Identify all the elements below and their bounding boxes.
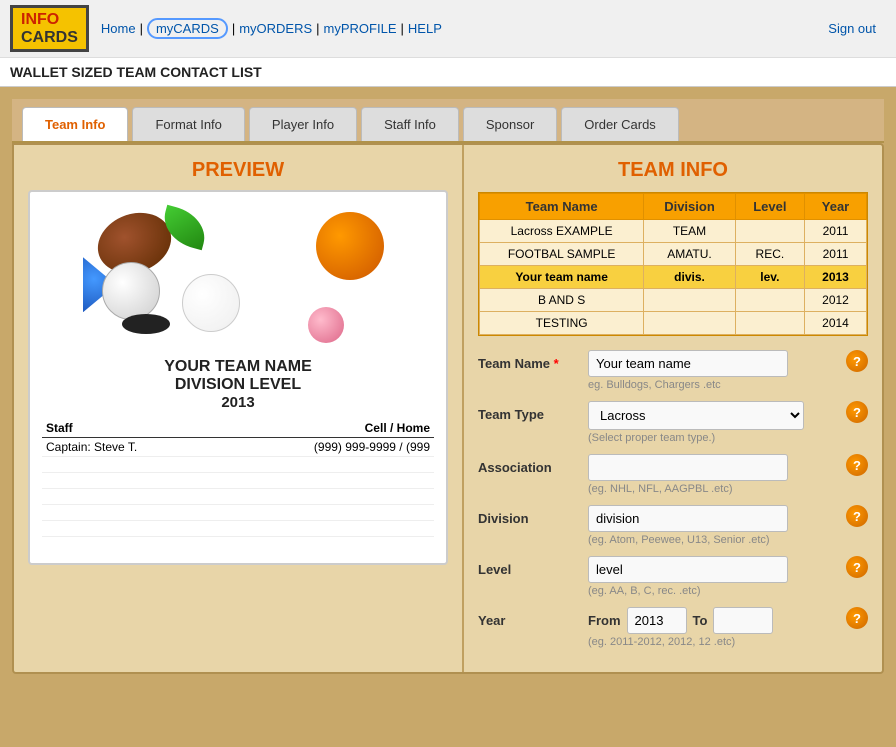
division-help-icon[interactable]: ? <box>846 505 868 527</box>
division-field: (eg. Atom, Peewee, U13, Senior .etc) <box>588 505 840 546</box>
tab-bar: Team Info Format Info Player Info Staff … <box>12 99 884 143</box>
year-to-input[interactable] <box>713 607 773 634</box>
level-help-icon[interactable]: ? <box>846 556 868 578</box>
team-name-field: eg. Bulldogs, Chargers .etc <box>588 350 840 391</box>
signout-link[interactable]: Sign out <box>828 21 876 36</box>
year-help-icon[interactable]: ? <box>846 607 868 629</box>
staff-col-header: Staff <box>42 419 216 438</box>
table-row <box>42 457 434 473</box>
division-input[interactable] <box>588 505 788 532</box>
team-type-field: Lacross Hockey Soccer Basketball Basebal… <box>588 401 840 444</box>
level-input[interactable] <box>588 556 788 583</box>
team-list-table: Team Name Division Level Year Lacross EX… <box>479 193 867 335</box>
team-name-field-row: Team Name * eg. Bulldogs, Chargers .etc … <box>478 350 868 391</box>
staff-table: Staff Cell / Home Captain: Steve T. (999… <box>42 419 434 553</box>
team-type-hint: (Select proper team type.) <box>588 432 840 444</box>
division-field-row: Division (eg. Atom, Peewee, U13, Senior … <box>478 505 868 546</box>
table-row <box>42 473 434 489</box>
table-row <box>42 521 434 537</box>
col-division: Division <box>644 194 735 220</box>
team-info-title: TEAM INFO <box>478 159 868 182</box>
header: INFO CARDS Home | myCARDS | myORDERS | m… <box>0 0 896 58</box>
level-field-row: Level (eg. AA, B, C, rec. .etc) ? <box>478 556 868 597</box>
team-list-scroll[interactable]: Team Name Division Level Year Lacross EX… <box>479 193 867 335</box>
table-row <box>42 537 434 553</box>
level-field: (eg. AA, B, C, rec. .etc) <box>588 556 840 597</box>
col-level: Level <box>735 194 804 220</box>
level-label: Level <box>478 556 588 577</box>
preview-division: DIVISION LEVEL <box>42 376 434 394</box>
nav-myorders[interactable]: myORDERS <box>239 21 312 36</box>
year-to-label: To <box>693 613 708 628</box>
team-name-help-icon[interactable]: ? <box>846 350 868 372</box>
logo: INFO CARDS <box>10 5 89 52</box>
association-field: (eg. NHL, NFL, AAGPBL .etc) <box>588 454 840 495</box>
tab-order-cards[interactable]: Order Cards <box>561 107 679 141</box>
table-row[interactable]: TESTING2014 <box>480 312 867 335</box>
preview-year: 2013 <box>42 394 434 411</box>
preview-title: PREVIEW <box>28 159 448 182</box>
nav-help[interactable]: HELP <box>408 21 442 36</box>
col-team-name: Team Name <box>480 194 644 220</box>
year-field: From To (eg. 2011-2012, 2012, 12 .etc) <box>588 607 840 648</box>
table-row <box>42 505 434 521</box>
association-help-icon[interactable]: ? <box>846 454 868 476</box>
table-row[interactable]: B AND S2012 <box>480 289 867 312</box>
team-name-input[interactable] <box>588 350 788 377</box>
preview-team-name: YOUR TEAM NAME <box>42 358 434 376</box>
team-type-field-row: Team Type Lacross Hockey Soccer Basketba… <box>478 401 868 444</box>
nav-home[interactable]: Home <box>101 21 136 36</box>
team-list-container: Team Name Division Level Year Lacross EX… <box>478 192 868 336</box>
year-from-input[interactable] <box>627 607 687 634</box>
year-from-label: From <box>588 613 621 628</box>
table-row[interactable]: FOOTBAL SAMPLEAMATU.REC.2011 <box>480 243 867 266</box>
team-type-select[interactable]: Lacross Hockey Soccer Basketball Basebal… <box>588 401 804 430</box>
table-row: Captain: Steve T. (999) 999-9999 / (999 <box>42 438 434 457</box>
tab-format-info[interactable]: Format Info <box>132 107 244 141</box>
tab-player-info[interactable]: Player Info <box>249 107 357 141</box>
preview-card: YOUR TEAM NAME DIVISION LEVEL 2013 Staff… <box>28 190 448 565</box>
team-name-label: Team Name * <box>478 350 588 371</box>
year-label: Year <box>478 607 588 628</box>
division-hint: (eg. Atom, Peewee, U13, Senior .etc) <box>588 534 840 546</box>
team-type-help-icon[interactable]: ? <box>846 401 868 423</box>
division-label: Division <box>478 505 588 526</box>
nav-myprofile[interactable]: myPROFILE <box>324 21 397 36</box>
page-title: WALLET SIZED TEAM CONTACT LIST <box>0 58 896 87</box>
nav-mycards[interactable]: myCARDS <box>147 18 228 39</box>
col-year: Year <box>805 194 867 220</box>
table-row <box>42 489 434 505</box>
association-label: Association <box>478 454 588 475</box>
association-hint: (eg. NHL, NFL, AAGPBL .etc) <box>588 483 840 495</box>
tab-staff-info[interactable]: Staff Info <box>361 107 459 141</box>
association-input[interactable] <box>588 454 788 481</box>
cell-col-header: Cell / Home <box>216 419 434 438</box>
main-nav: Home | myCARDS | myORDERS | myPROFILE | … <box>101 18 442 39</box>
team-type-label: Team Type <box>478 401 588 422</box>
table-row[interactable]: Your team namedivis.lev.2013 <box>480 266 867 289</box>
team-name-hint: eg. Bulldogs, Chargers .etc <box>588 379 840 391</box>
table-row[interactable]: Lacross EXAMPLETEAM2011 <box>480 220 867 243</box>
tab-sponsor[interactable]: Sponsor <box>463 107 557 141</box>
association-field-row: Association (eg. NHL, NFL, AAGPBL .etc) … <box>478 454 868 495</box>
year-hint: (eg. 2011-2012, 2012, 12 .etc) <box>588 636 840 648</box>
tab-team-info[interactable]: Team Info <box>22 107 128 141</box>
level-hint: (eg. AA, B, C, rec. .etc) <box>588 585 840 597</box>
year-field-row: Year From To (eg. 2011-2012, 2012, 12 .e… <box>478 607 868 648</box>
